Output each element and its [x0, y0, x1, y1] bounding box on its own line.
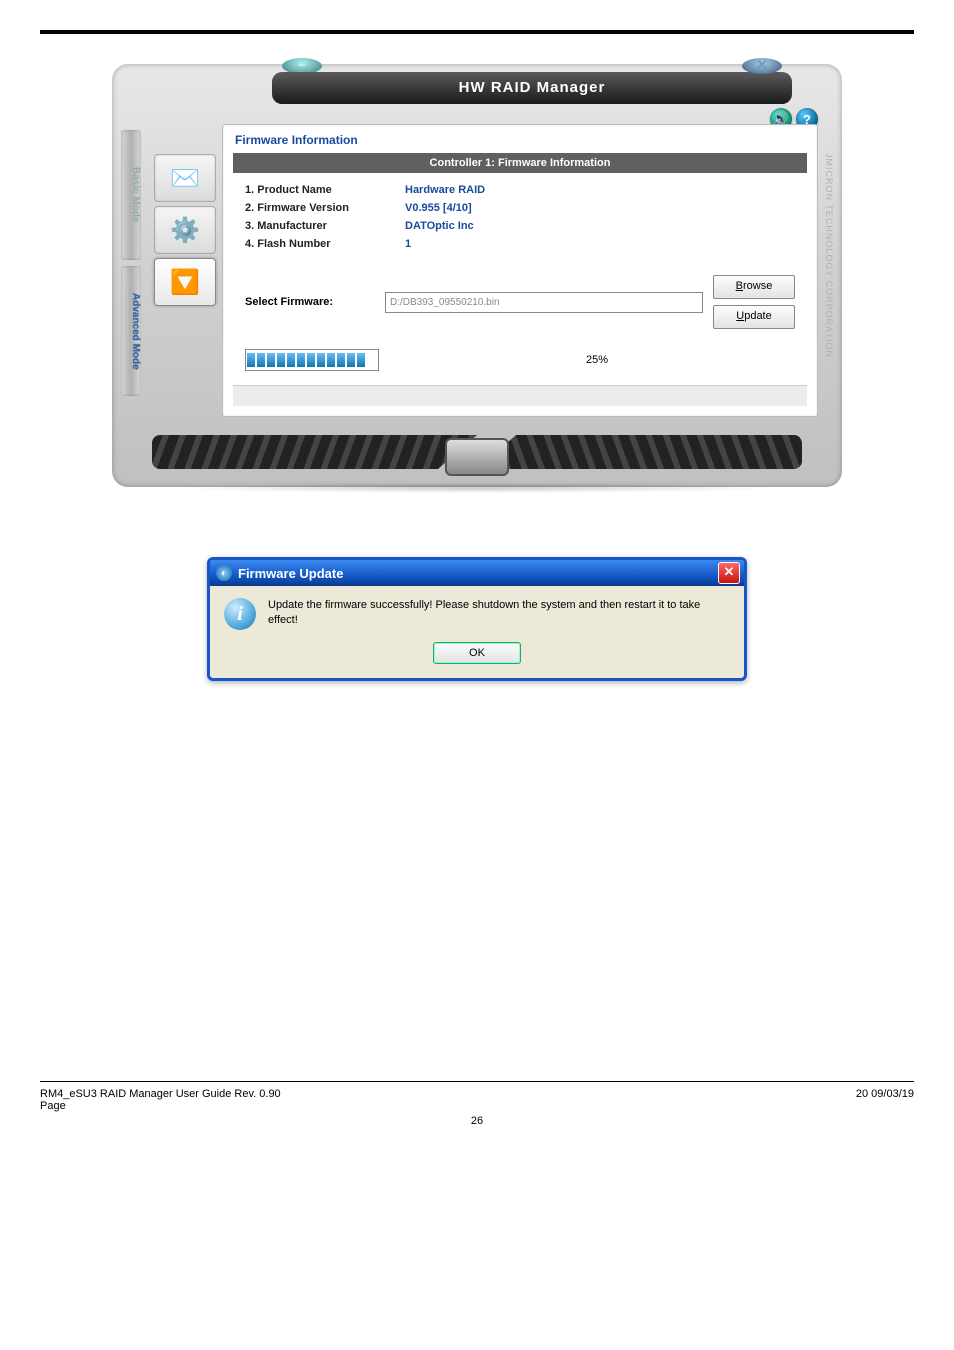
firmware-path-input[interactable]	[385, 292, 703, 313]
info-grid: 1. Product Name Hardware RAID 2. Firmwar…	[233, 173, 807, 265]
footer-date: 20 09/03/19	[794, 1088, 914, 1100]
center-knob	[445, 438, 509, 476]
progress-bar	[245, 349, 379, 371]
footer-page-label: Page	[40, 1100, 914, 1112]
nav-column: ✉️ ⚙️ 🔽	[154, 124, 214, 417]
nav-email-icon[interactable]: ✉️	[154, 154, 216, 202]
ok-button[interactable]: OK	[433, 642, 521, 664]
controller-header: Controller 1: Firmware Information	[233, 153, 807, 173]
event-log-bar	[233, 385, 807, 406]
mode-rail: Basic Mode Advanced Mode	[116, 124, 146, 417]
page-footer: RM4_eSU3 RAID Manager User Guide Rev. 0.…	[40, 1081, 914, 1157]
bottom-decoration	[112, 427, 842, 487]
info-label: 3. Manufacturer	[245, 220, 405, 232]
info-label: 1. Product Name	[245, 184, 405, 196]
titlebar: – HW RAID Manager ✕ 🔊 ?	[112, 64, 842, 114]
update-button[interactable]: Update	[713, 305, 795, 329]
info-row: 2. Firmware Version V0.955 [4/10]	[245, 199, 795, 217]
select-firmware-label: Select Firmware:	[245, 296, 375, 308]
progress-percent: 25%	[399, 354, 795, 366]
basic-mode-tab[interactable]: Basic Mode	[121, 130, 141, 260]
info-value: 1	[405, 238, 411, 250]
vendor-text: JMICRON TECHNOLOGY CORPORATION	[824, 153, 834, 358]
dialog-titlebar: ◐ Firmware Update ✕	[210, 560, 744, 586]
page-rule	[40, 30, 914, 34]
vendor-rail: JMICRON TECHNOLOGY CORPORATION	[820, 126, 838, 386]
info-value: DATOptic Inc	[405, 220, 474, 232]
dialog-app-icon: ◐	[216, 565, 232, 581]
dialog-message: Update the firmware successfully! Please…	[268, 598, 730, 630]
nav-settings-icon[interactable]: ⚙️	[154, 206, 216, 254]
firmware-update-dialog: ◐ Firmware Update ✕ i Update the firmwar…	[207, 557, 747, 681]
window-title: HW RAID Manager	[272, 72, 792, 104]
close-button[interactable]: ✕	[742, 58, 782, 74]
main-panel: Firmware Information Controller 1: Firmw…	[222, 124, 818, 417]
info-value: V0.955 [4/10]	[405, 202, 472, 214]
dialog-title-text: Firmware Update	[238, 566, 343, 581]
info-label: 2. Firmware Version	[245, 202, 405, 214]
progress-row: 25%	[245, 349, 795, 371]
info-icon: i	[224, 598, 256, 630]
dialog-close-button[interactable]: ✕	[718, 562, 740, 584]
section-title: Firmware Information	[233, 131, 807, 153]
nav-firmware-icon[interactable]: 🔽	[154, 258, 216, 306]
info-row: 1. Product Name Hardware RAID	[245, 181, 795, 199]
footer-doc-title: RM4_eSU3 RAID Manager User Guide Rev. 0.…	[40, 1088, 794, 1100]
info-row: 3. Manufacturer DATOptic Inc	[245, 217, 795, 235]
browse-button[interactable]: Browse	[713, 275, 795, 299]
advanced-mode-tab[interactable]: Advanced Mode	[121, 266, 141, 396]
app-window: – HW RAID Manager ✕ 🔊 ? Basic Mode Advan…	[112, 64, 842, 487]
footer-page-num: 26	[40, 1112, 914, 1127]
info-label: 4. Flash Number	[245, 238, 405, 250]
info-row: 4. Flash Number 1	[245, 235, 795, 253]
info-value: Hardware RAID	[405, 184, 485, 196]
